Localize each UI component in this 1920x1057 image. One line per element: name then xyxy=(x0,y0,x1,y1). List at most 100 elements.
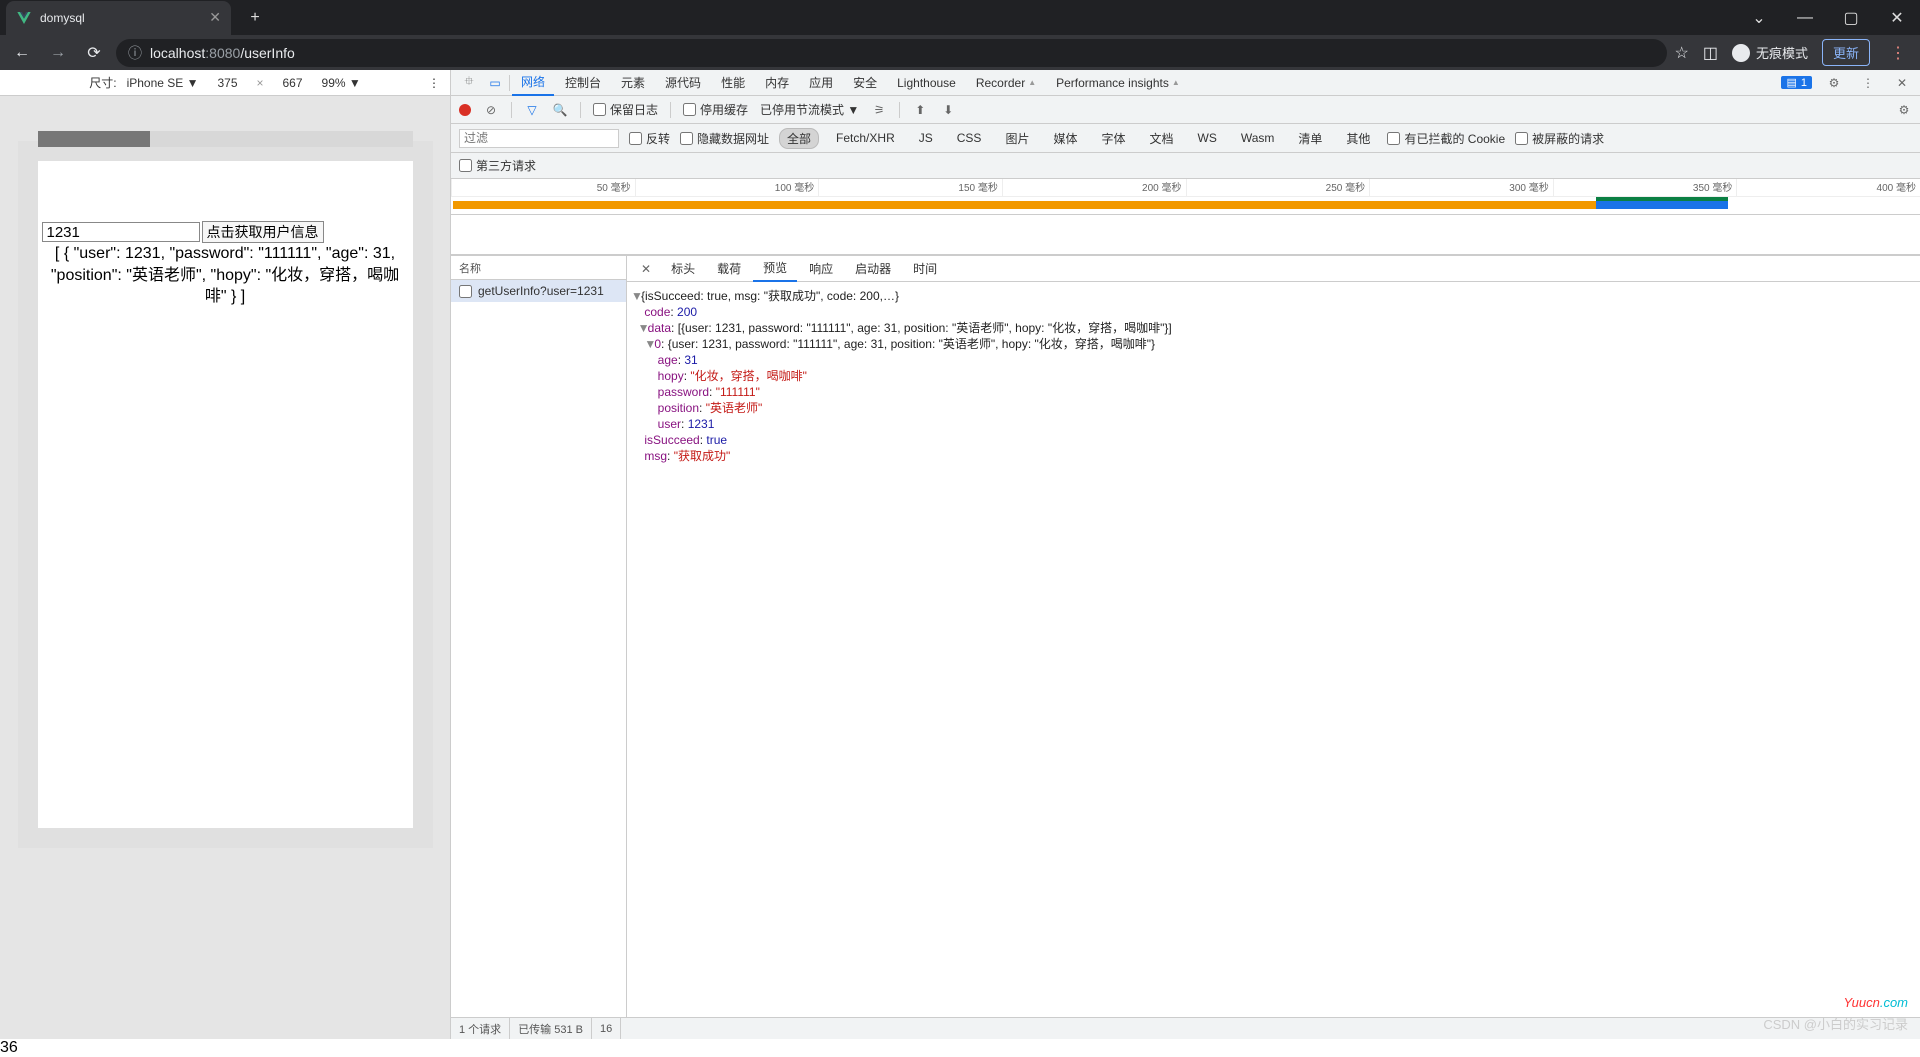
filter-all[interactable]: 全部 xyxy=(779,128,819,149)
devtools-menu-icon[interactable]: ⋮ xyxy=(1856,76,1880,90)
chevron-down-icon[interactable]: ⌄ xyxy=(1736,0,1782,35)
dtab-response[interactable]: 响应 xyxy=(799,256,843,282)
dtab-payload[interactable]: 载荷 xyxy=(707,256,751,282)
tab-console[interactable]: 控制台 xyxy=(556,70,610,96)
device-select[interactable]: iPhone SE ▼ xyxy=(127,76,199,90)
status-resources: 16 xyxy=(592,1018,621,1039)
devtools-close-icon[interactable]: ✕ xyxy=(1890,76,1914,90)
window-controls: ⌄ — ▢ ✕ xyxy=(1736,0,1920,35)
filter-manifest[interactable]: 清单 xyxy=(1291,129,1329,148)
record-button[interactable] xyxy=(459,104,471,116)
dimension-separator: × xyxy=(257,76,264,90)
filter-wasm[interactable]: Wasm xyxy=(1234,130,1282,146)
detail-close-icon[interactable]: ✕ xyxy=(633,262,659,276)
incognito-label: 无痕模式 xyxy=(1756,43,1808,62)
url-input[interactable]: ⓘ localhost:8080/userInfo xyxy=(116,39,1667,67)
tab-network[interactable]: 网络 xyxy=(512,70,554,96)
invert-checkbox[interactable]: 反转 xyxy=(629,130,670,147)
zoom-select[interactable]: 99% ▼ xyxy=(322,76,361,90)
reload-button[interactable]: ⟳ xyxy=(80,39,108,67)
extensions-icon[interactable]: ◫ xyxy=(1703,43,1718,63)
filter-js[interactable]: JS xyxy=(912,130,940,146)
filter-img[interactable]: 图片 xyxy=(998,129,1036,148)
browser-menu-icon[interactable]: ⋮ xyxy=(1884,43,1912,63)
tab-recorder[interactable]: Recorder xyxy=(967,70,1045,96)
ruler xyxy=(38,131,413,147)
browser-tab[interactable]: domysql ✕ xyxy=(6,1,231,35)
upload-icon[interactable]: ⬆ xyxy=(912,103,928,117)
url-host: localhost xyxy=(150,45,205,61)
minimize-button[interactable]: — xyxy=(1782,0,1828,35)
dtab-initiator[interactable]: 启动器 xyxy=(845,256,901,282)
site-info-icon[interactable]: ⓘ xyxy=(128,43,142,63)
timeline-tick: 100 毫秒 xyxy=(635,179,819,196)
devtools-panel: ⯐ ▭ 网络 控制台 元素 源代码 性能 内存 应用 安全 Lighthouse… xyxy=(450,70,1920,1039)
disable-cache-checkbox[interactable]: 停用缓存 xyxy=(683,101,748,118)
throttling-select[interactable]: 已停用节流模式 ▼ xyxy=(760,101,859,118)
tab-sources[interactable]: 源代码 xyxy=(656,70,710,96)
filter-ws[interactable]: WS xyxy=(1191,130,1224,146)
browser-titlebar: domysql ✕ + ⌄ — ▢ ✕ xyxy=(0,0,1920,35)
wifi-icon[interactable]: ⚞ xyxy=(871,103,887,117)
tab-title: domysql xyxy=(40,11,209,25)
filter-doc[interactable]: 文档 xyxy=(1142,129,1180,148)
search-icon[interactable]: 🔍 xyxy=(552,103,568,117)
tab-lighthouse[interactable]: Lighthouse xyxy=(888,70,965,96)
filter-input[interactable] xyxy=(459,129,619,148)
update-button[interactable]: 更新 xyxy=(1822,39,1870,66)
timeline-tick: 350 毫秒 xyxy=(1553,179,1737,196)
network-timeline[interactable]: 50 毫秒 100 毫秒 150 毫秒 200 毫秒 250 毫秒 300 毫秒… xyxy=(451,179,1920,215)
hide-data-urls-checkbox[interactable]: 隐藏数据网址 xyxy=(680,130,769,147)
tab-elements[interactable]: 元素 xyxy=(612,70,654,96)
inspect-icon[interactable]: ⯐ xyxy=(457,72,481,93)
filter-other[interactable]: 其他 xyxy=(1339,129,1377,148)
filter-media[interactable]: 媒体 xyxy=(1046,129,1084,148)
dtab-headers[interactable]: 标头 xyxy=(661,256,705,282)
back-button[interactable]: ← xyxy=(8,39,36,67)
blocked-requests-checkbox[interactable]: 被屏蔽的请求 xyxy=(1515,130,1604,147)
bookmark-icon[interactable]: ☆ xyxy=(1675,43,1689,63)
timeline-tick: 400 毫秒 xyxy=(1736,179,1920,196)
preserve-log-checkbox[interactable]: 保留日志 xyxy=(593,101,658,118)
json-preview[interactable]: ▼{isSucceed: true, msg: "获取成功", code: 20… xyxy=(627,282,1920,1017)
clear-icon[interactable]: ⊘ xyxy=(483,103,499,117)
tab-close-icon[interactable]: ✕ xyxy=(209,9,221,26)
tab-security[interactable]: 安全 xyxy=(844,70,886,96)
timeline-segment xyxy=(1596,201,1728,209)
maximize-button[interactable]: ▢ xyxy=(1828,0,1874,35)
new-tab-button[interactable]: + xyxy=(241,4,269,32)
status-transferred: 已传输 531 B xyxy=(510,1018,592,1039)
filter-css[interactable]: CSS xyxy=(950,130,989,146)
device-mode-icon[interactable]: ▭ xyxy=(483,76,507,90)
timeline-tick: 250 毫秒 xyxy=(1186,179,1370,196)
download-icon[interactable]: ⬇ xyxy=(940,103,956,117)
dtab-timing[interactable]: 时间 xyxy=(903,256,947,282)
device-toolbar: 尺寸: iPhone SE ▼ × 99% ▼ ⋮ xyxy=(0,70,450,96)
fetch-user-button[interactable]: 点击获取用户信息 xyxy=(202,221,324,243)
blocked-cookies-checkbox[interactable]: 有已拦截的 Cookie xyxy=(1387,130,1505,147)
settings-icon[interactable]: ⚙ xyxy=(1822,76,1846,90)
tab-application[interactable]: 应用 xyxy=(800,70,842,96)
request-list-header[interactable]: 名称 xyxy=(451,256,626,280)
user-id-input[interactable] xyxy=(42,222,200,242)
filter-font[interactable]: 字体 xyxy=(1094,129,1132,148)
request-row[interactable]: getUserInfo?user=1231 xyxy=(451,280,626,302)
issues-badge[interactable]: 1 xyxy=(1781,76,1812,89)
network-settings-icon[interactable]: ⚙ xyxy=(1896,103,1912,117)
third-party-checkbox[interactable]: 第三方请求 xyxy=(459,157,536,174)
close-window-button[interactable]: ✕ xyxy=(1874,0,1920,35)
filter-icon[interactable]: ▽ xyxy=(524,103,540,117)
timeline-tick: 50 毫秒 xyxy=(451,179,635,196)
filter-fetch[interactable]: Fetch/XHR xyxy=(829,130,902,146)
tab-memory[interactable]: 内存 xyxy=(756,70,798,96)
device-width-input[interactable] xyxy=(209,76,247,90)
tab-performance[interactable]: 性能 xyxy=(712,70,754,96)
device-height-input[interactable] xyxy=(274,76,312,90)
tab-perf-insights[interactable]: Performance insights xyxy=(1047,70,1189,96)
request-list: 名称 getUserInfo?user=1231 xyxy=(451,256,627,1017)
watermark-yuucn: Yuucn.com xyxy=(1843,995,1908,1011)
timeline-tick: 200 毫秒 xyxy=(1002,179,1186,196)
dtab-preview[interactable]: 预览 xyxy=(753,256,797,282)
forward-button[interactable]: → xyxy=(44,39,72,67)
device-menu-icon[interactable]: ⋮ xyxy=(428,76,440,90)
